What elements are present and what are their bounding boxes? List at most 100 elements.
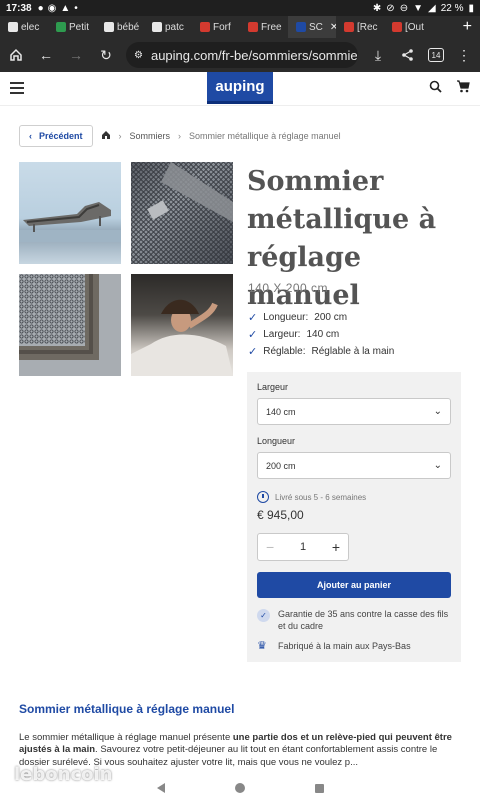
width-value: 140 cm xyxy=(266,406,296,417)
feature-label: Réglable: xyxy=(263,346,306,357)
quantity-value[interactable]: 1 xyxy=(300,541,306,553)
tab-favicon-icon xyxy=(344,22,354,32)
tab-label: [Rec xyxy=(357,21,378,33)
nav-home-icon[interactable] xyxy=(234,783,245,793)
tab-favicon-icon xyxy=(56,22,66,32)
length-label: Longueur xyxy=(257,436,296,446)
guarantee-info: ✓ Garantie de 35 ans contre la casse des… xyxy=(257,608,451,632)
chevron-right-icon: › xyxy=(118,131,122,141)
chevron-down-icon: ⌄ xyxy=(433,406,442,417)
leboncoin-watermark: leboncoin xyxy=(14,764,113,785)
feature-item: ✓ Longueur: 200 cm xyxy=(248,309,394,326)
tab-favicon-icon xyxy=(152,22,162,32)
tab-favicon-icon xyxy=(392,22,402,32)
home-crumb-icon[interactable] xyxy=(101,130,111,142)
browser-tab[interactable]: bébé xyxy=(96,16,144,38)
whatsapp-icon: ◉ xyxy=(47,2,57,14)
product-image-mesh-closeup[interactable] xyxy=(131,162,233,264)
browser-tab[interactable]: SC ✕ xyxy=(288,16,336,38)
product-image-frame-corner[interactable] xyxy=(19,274,121,376)
product-image-person-in-bed[interactable] xyxy=(131,274,233,376)
address-bar[interactable]: ⚙ auping.com/fr-be/sommiers/sommie ☆ xyxy=(126,42,358,68)
nav-back-icon[interactable] xyxy=(156,783,165,793)
mute-icon: ⊘ xyxy=(386,2,395,14)
site-header: auping xyxy=(0,72,480,106)
browser-tab[interactable]: Petit xyxy=(48,16,96,38)
dot-icon: • xyxy=(74,2,78,14)
chevron-right-icon: › xyxy=(178,131,182,141)
tab-label: elec xyxy=(21,21,40,33)
tab-favicon-icon xyxy=(248,22,258,32)
purchase-panel: Largeur 140 cm ⌄ Longueur 200 cm ⌄ Livré… xyxy=(247,372,461,662)
clock-icon xyxy=(257,491,269,503)
forward-arrow-icon[interactable]: → xyxy=(66,45,86,65)
feature-list: ✓ Longueur: 200 cm ✓ Largeur: 140 cm ✓ R… xyxy=(248,309,394,360)
breadcrumb-current: Sommier métallique à réglage manuel xyxy=(189,131,341,141)
battery-icon: ▮ xyxy=(468,2,474,14)
increase-quantity-button[interactable]: + xyxy=(332,539,340,555)
feature-label: Largeur: xyxy=(263,329,301,340)
tab-switcher-button[interactable]: 14 xyxy=(428,48,444,62)
breadcrumb-sommiers[interactable]: Sommiers xyxy=(130,131,171,141)
product-gallery xyxy=(19,162,233,376)
tab-label: Free xyxy=(261,21,282,33)
length-select[interactable]: 200 cm ⌄ xyxy=(257,452,451,479)
tab-label: Petit xyxy=(69,21,90,33)
description-part-1: Le sommier métallique à réglage manuel p… xyxy=(19,732,233,743)
search-icon[interactable] xyxy=(429,80,442,96)
tab-label: Forf xyxy=(213,21,231,33)
product-image-bed-frame[interactable] xyxy=(19,162,121,264)
width-select[interactable]: 140 cm ⌄ xyxy=(257,398,451,425)
nav-recents-icon[interactable] xyxy=(314,783,324,793)
delivery-text: Livré sous 5 - 6 semaines xyxy=(275,492,367,502)
browser-tab[interactable]: [Rec xyxy=(336,16,384,38)
back-arrow-icon[interactable]: ← xyxy=(36,45,56,65)
menu-kebab-icon[interactable]: ⋮ xyxy=(454,45,474,65)
quantity-stepper: − 1 + xyxy=(257,533,349,561)
feature-value: 200 cm xyxy=(314,312,348,323)
product-price: € 945,00 xyxy=(257,508,304,522)
checkmark-icon: ✓ xyxy=(248,312,258,324)
bluetooth-icon: ✱ xyxy=(372,2,382,14)
guarantee-check-icon: ✓ xyxy=(257,609,270,622)
signal-icon: ◢ xyxy=(427,2,436,14)
hamburger-menu-icon[interactable] xyxy=(10,82,24,97)
browser-tab[interactable]: [Out xyxy=(384,16,432,38)
decrease-quantity-button[interactable]: − xyxy=(266,539,274,555)
browser-tab[interactable]: patc xyxy=(144,16,192,38)
clock-time: 17:38 xyxy=(6,2,32,14)
add-to-cart-button[interactable]: Ajouter au panier xyxy=(257,572,451,598)
browser-tab-strip: elec Petit bébé patc Forf Free SC ✕ [Rec [Out + xyxy=(0,16,480,38)
chevron-left-icon: ‹ xyxy=(29,131,32,141)
tab-favicon-icon xyxy=(296,22,306,32)
feature-item: ✓ Réglable: Réglable à la main xyxy=(248,343,394,360)
browser-tab[interactable]: Free xyxy=(240,16,288,38)
feature-label: Longueur: xyxy=(263,312,309,323)
auping-logo[interactable]: auping xyxy=(207,72,273,104)
tab-favicon-icon xyxy=(200,22,210,32)
checkmark-icon: ✓ xyxy=(248,346,258,358)
download-icon[interactable]: ⤓ xyxy=(368,45,388,65)
delivery-info: Livré sous 5 - 6 semaines xyxy=(257,491,366,503)
new-tab-button[interactable]: + xyxy=(463,18,472,36)
feature-value: 140 cm xyxy=(306,329,340,340)
previous-button[interactable]: ‹ Précédent xyxy=(19,125,93,147)
browser-tab[interactable]: elec xyxy=(0,16,48,38)
reload-icon[interactable]: ↻ xyxy=(96,45,116,65)
cart-icon[interactable] xyxy=(456,80,470,96)
guarantee-text: Garantie de 35 ans contre la casse des f… xyxy=(278,609,449,631)
description-title: Sommier métallique à réglage manuel xyxy=(19,702,235,716)
url-text: auping.com/fr-be/sommiers/sommie xyxy=(150,47,358,63)
made-in-info: ♛ Fabriqué à la main aux Pays-Bas xyxy=(257,640,451,652)
tab-favicon-icon xyxy=(104,22,114,32)
tab-label: SC xyxy=(309,21,323,33)
share-icon[interactable] xyxy=(398,45,418,65)
feature-value: Réglable à la main xyxy=(311,346,395,357)
checkmark-icon: ✓ xyxy=(248,329,258,341)
breadcrumb: ‹ Précédent › Sommiers › Sommier métalli… xyxy=(19,125,341,147)
home-icon[interactable] xyxy=(6,45,26,65)
site-settings-icon[interactable]: ⚙ xyxy=(134,50,143,61)
tab-label: [Out xyxy=(405,21,424,33)
width-label: Largeur xyxy=(257,382,289,392)
browser-tab[interactable]: Forf xyxy=(192,16,240,38)
